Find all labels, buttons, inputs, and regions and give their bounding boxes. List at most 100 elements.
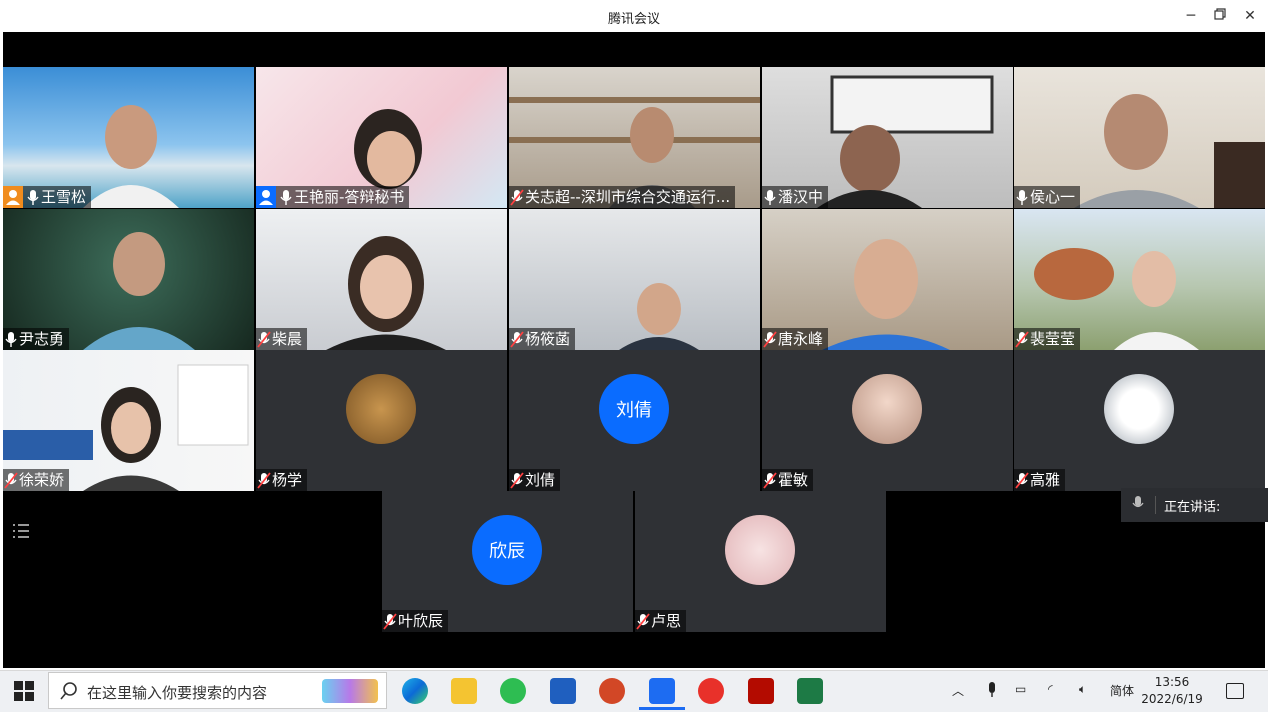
participant-name: 叶欣辰 xyxy=(398,612,444,630)
video-tile[interactable]: 侯心一 xyxy=(1014,67,1265,208)
host-badge-icon xyxy=(256,186,276,208)
window-title: 腾讯会议 xyxy=(607,12,660,27)
participant-label: 关志超--深圳市综合交通运行... xyxy=(509,186,736,208)
volume-icon[interactable]: 🔈︎ xyxy=(1079,682,1086,697)
participant-label: 卢思 xyxy=(635,610,687,632)
file-explorer-icon[interactable] xyxy=(451,678,477,704)
restore-icon xyxy=(1214,8,1226,20)
mic-muted-icon xyxy=(509,186,525,208)
participant-label: 侯心一 xyxy=(1014,186,1081,208)
participant-name: 刘倩 xyxy=(525,471,556,489)
video-tile[interactable]: 杨学 xyxy=(256,350,507,491)
mic-icon xyxy=(1131,494,1145,516)
video-tile[interactable]: 高雅 xyxy=(1014,350,1265,491)
participant-label: 尹志勇 xyxy=(3,328,70,350)
clock[interactable]: 13:56 2022/6/19 xyxy=(1140,674,1204,708)
restore-button[interactable] xyxy=(1209,6,1231,26)
avatar: 刘倩 xyxy=(599,374,669,444)
avatar: 欣辰 xyxy=(472,515,542,585)
mic-icon xyxy=(762,186,778,208)
mic-muted-icon xyxy=(382,610,398,632)
video-tile[interactable]: 刘倩 刘倩 xyxy=(509,350,760,491)
search-highlight-icon xyxy=(322,679,378,703)
lion-avatar-icon xyxy=(346,374,416,444)
video-tile[interactable]: 杨筱菡 xyxy=(509,209,760,350)
cat-avatar-icon xyxy=(1104,374,1174,444)
word-icon[interactable] xyxy=(550,678,576,704)
video-tile[interactable]: 卢思 xyxy=(635,491,886,632)
participant-label: 徐荣娇 xyxy=(3,469,70,491)
windows-icon xyxy=(14,681,34,701)
participant-label: 叶欣辰 xyxy=(382,610,449,632)
participant-label: 高雅 xyxy=(1014,469,1066,491)
floral-avatar-icon xyxy=(725,515,795,585)
video-tile[interactable]: 尹志勇 xyxy=(3,209,254,350)
powerpoint-icon[interactable] xyxy=(599,678,625,704)
participant-name: 柴晨 xyxy=(272,330,303,348)
participant-name: 霍敏 xyxy=(778,471,809,489)
ime-indicator[interactable]: 简体 xyxy=(1110,682,1134,699)
participant-name: 徐荣娇 xyxy=(19,471,65,489)
wifi-icon[interactable]: ◜ xyxy=(1048,682,1053,696)
mic-muted-icon xyxy=(256,328,272,350)
video-tile[interactable]: 霍敏 xyxy=(762,350,1013,491)
participant-name: 卢思 xyxy=(651,612,682,630)
video-tile[interactable]: 王艳丽-答辩秘书 xyxy=(256,67,507,208)
app-icon[interactable] xyxy=(698,678,724,704)
video-tile[interactable]: 柴晨 xyxy=(256,209,507,350)
participant-name: 潘汉中 xyxy=(778,188,824,206)
edge-icon[interactable] xyxy=(402,678,428,704)
mic-icon xyxy=(3,328,19,350)
participant-name: 杨学 xyxy=(272,471,303,489)
mic-muted-icon xyxy=(762,469,778,491)
participant-label: 王雪松 xyxy=(3,186,92,208)
taskbar-search-box[interactable]: 在这里输入你要搜索的内容 xyxy=(48,672,387,709)
video-tile[interactable]: 徐荣娇 xyxy=(3,350,254,491)
acrobat-icon[interactable] xyxy=(748,678,774,704)
tencent-meeting-icon[interactable] xyxy=(649,678,675,704)
mic-icon xyxy=(1014,186,1030,208)
search-icon xyxy=(60,682,77,700)
participant-label: 潘汉中 xyxy=(762,186,829,208)
list-icon xyxy=(13,524,29,538)
video-tile[interactable]: 关志超--深圳市综合交通运行... xyxy=(509,67,760,208)
mic-muted-icon xyxy=(509,328,525,350)
microphone-tray-icon[interactable] xyxy=(986,681,998,702)
baby-avatar-icon xyxy=(852,374,922,444)
battery-icon[interactable]: ▭ xyxy=(1015,682,1026,696)
mic-muted-icon xyxy=(3,469,19,491)
active-app-indicator xyxy=(639,707,685,710)
speaking-indicator: 正在讲话: xyxy=(1121,488,1268,522)
participant-name: 裴莹莹 xyxy=(1030,330,1076,348)
participant-name: 王雪松 xyxy=(41,188,87,206)
mic-icon xyxy=(25,186,41,208)
participant-label: 杨学 xyxy=(256,469,308,491)
close-button[interactable]: ✕ xyxy=(1239,6,1261,26)
mic-muted-icon xyxy=(509,469,525,491)
time: 13:56 xyxy=(1154,675,1190,689)
video-tile[interactable]: 潘汉中 xyxy=(762,67,1013,208)
mic-muted-icon xyxy=(256,469,272,491)
minimize-button[interactable]: ─ xyxy=(1180,6,1202,26)
wechat-icon[interactable] xyxy=(500,678,526,704)
video-tile[interactable]: 欣辰 叶欣辰 xyxy=(382,491,633,632)
video-tile[interactable]: 王雪松 xyxy=(3,67,254,208)
chevron-up-icon[interactable]: ︿ xyxy=(952,682,964,699)
video-tile[interactable]: 裴莹莹 xyxy=(1014,209,1265,350)
participant-name: 唐永峰 xyxy=(778,330,824,348)
participant-name: 侯心一 xyxy=(1030,188,1076,206)
video-tile[interactable]: 唐永峰 xyxy=(762,209,1013,350)
date: 2022/6/19 xyxy=(1141,692,1203,706)
participant-label: 杨筱菡 xyxy=(509,328,576,350)
mic-icon xyxy=(278,186,294,208)
title-bar: 腾讯会议 ─ ✕ xyxy=(0,0,1268,32)
participant-label: 唐永峰 xyxy=(762,328,829,350)
excel-icon[interactable] xyxy=(797,678,823,704)
participant-label: 王艳丽-答辩秘书 xyxy=(256,186,410,208)
notification-icon[interactable] xyxy=(1226,683,1244,699)
mic-muted-icon xyxy=(635,610,651,632)
participant-name: 杨筱菡 xyxy=(525,330,571,348)
start-button[interactable] xyxy=(14,681,34,705)
participant-label: 裴莹莹 xyxy=(1014,328,1081,350)
member-list-button[interactable] xyxy=(11,522,31,540)
